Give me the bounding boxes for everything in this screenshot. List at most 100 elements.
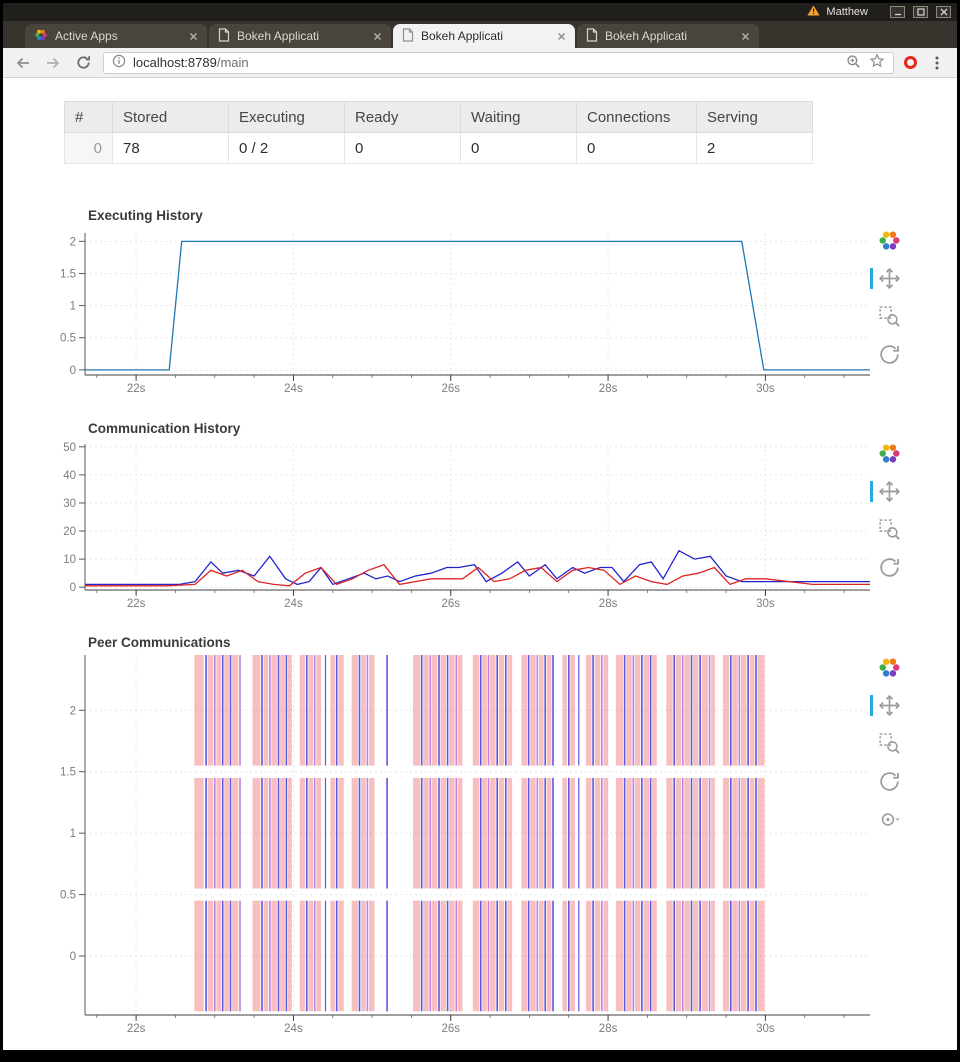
peer-bars-row-1	[194, 778, 764, 889]
tab-active-apps[interactable]: Active Apps	[25, 24, 207, 48]
y-tick-label: 1.5	[60, 767, 76, 779]
table-cell: 0	[577, 133, 697, 164]
bookmark-star-icon[interactable]	[869, 53, 885, 72]
address-bar[interactable]: localhost:8789/main	[103, 52, 894, 74]
maximize-button[interactable]	[913, 6, 928, 18]
y-tick-label: 0	[70, 582, 76, 594]
y-tick-label: 0	[70, 365, 76, 377]
table-header-cell: Serving	[697, 102, 813, 133]
bokeh-logo[interactable]	[877, 228, 902, 253]
y-tick-label: 50	[63, 442, 76, 454]
x-tick-label: 30s	[756, 383, 775, 395]
omnibox-actions	[846, 53, 885, 72]
x-tick-label: 30s	[756, 1023, 775, 1035]
pan-tool-button[interactable]	[877, 479, 902, 504]
tab-bokeh-1[interactable]: Bokeh Applicati	[209, 24, 391, 48]
bokeh-favicon	[34, 28, 48, 45]
tab-close-icon[interactable]	[557, 32, 566, 41]
table-header-cell: Connections	[577, 102, 697, 133]
x-tick-label: 30s	[756, 598, 775, 610]
x-tick-label: 26s	[441, 1023, 460, 1035]
reset-tool-button[interactable]	[877, 555, 902, 580]
table-header-cell: Stored	[113, 102, 229, 133]
site-info-icon[interactable]	[112, 54, 126, 71]
tab-bokeh-3[interactable]: Bokeh Applicati	[577, 24, 759, 48]
table-cell: 0	[65, 133, 113, 164]
bokeh-logo[interactable]	[877, 655, 902, 680]
table-header-row: #StoredExecutingReadyWaitingConnectionsS…	[65, 102, 813, 133]
y-tick-label: 10	[63, 554, 76, 566]
table-header-cell: Waiting	[461, 102, 577, 133]
table-header-cell: Executing	[229, 102, 345, 133]
pan-tool-button[interactable]	[877, 266, 902, 291]
comm-red-line	[85, 565, 870, 586]
table-cell: 2	[697, 133, 813, 164]
bokeh-logo[interactable]	[877, 441, 902, 466]
titlebar: Matthew	[3, 3, 957, 21]
page-content: #StoredExecutingReadyWaitingConnectionsS…	[3, 78, 957, 1050]
close-button[interactable]	[936, 6, 951, 18]
x-tick-label: 28s	[599, 598, 618, 610]
browser-window: Matthew Active Apps Bokeh Applicati	[0, 0, 960, 1062]
tab-bokeh-2-active[interactable]: Bokeh Applicati	[393, 24, 575, 48]
chart-executing-svg[interactable]: 22s24s26s28s30s00.511.52	[60, 225, 878, 410]
y-tick-label: 2	[70, 236, 76, 248]
y-tick-label: 1.5	[60, 268, 76, 280]
pan-tool-button[interactable]	[877, 693, 902, 718]
table-header-cell: Ready	[345, 102, 461, 133]
stats-table: #StoredExecutingReadyWaitingConnectionsS…	[64, 101, 813, 164]
table-cell: 78	[113, 133, 229, 164]
tab-close-icon[interactable]	[741, 32, 750, 41]
back-icon[interactable]	[13, 53, 33, 73]
x-tick-label: 28s	[599, 383, 618, 395]
chart-comm-svg[interactable]: 22s24s26s28s30s01020304050	[60, 438, 878, 618]
tab-close-icon[interactable]	[373, 32, 382, 41]
chart-peer-toolbar	[875, 655, 903, 832]
table-cell: 0 / 2	[229, 133, 345, 164]
x-tick-label: 24s	[284, 1023, 303, 1035]
reset-tool-button[interactable]	[877, 342, 902, 367]
box-zoom-tool-button[interactable]	[877, 517, 902, 542]
box-zoom-tool-button[interactable]	[877, 304, 902, 329]
x-tick-label: 28s	[599, 1023, 618, 1035]
url-text: localhost:8789/main	[133, 55, 249, 70]
page-favicon	[586, 28, 598, 45]
reset-tool-button[interactable]	[877, 769, 902, 794]
comm-chart-title: Communication History	[88, 421, 240, 436]
table-row[interactable]: 0780 / 20002	[65, 133, 813, 164]
peer-bars-row-2	[194, 655, 764, 766]
x-tick-label: 26s	[441, 598, 460, 610]
x-tick-label: 24s	[284, 383, 303, 395]
forward-icon[interactable]	[43, 53, 63, 73]
reload-icon[interactable]	[73, 53, 93, 73]
chart-executing-toolbar	[875, 228, 903, 367]
table-header-cell: #	[65, 102, 113, 133]
tab-close-icon[interactable]	[189, 32, 198, 41]
box-zoom-tool-button[interactable]	[877, 731, 902, 756]
url-path: /main	[217, 55, 249, 70]
y-tick-label: 0.5	[60, 890, 76, 902]
warning-icon	[807, 3, 820, 21]
minimize-button[interactable]	[890, 6, 905, 18]
x-tick-label: 26s	[441, 383, 460, 395]
peer-chart-title: Peer Communications	[88, 635, 231, 650]
x-tick-label: 24s	[284, 598, 303, 610]
browser-toolbar: localhost:8789/main	[3, 48, 957, 78]
y-tick-label: 1	[70, 828, 76, 840]
y-tick-label: 0.5	[60, 333, 76, 345]
menu-kebab-icon[interactable]	[927, 53, 947, 73]
zoom-icon[interactable]	[846, 54, 861, 72]
executing-line	[85, 241, 870, 370]
peer-bars-row-0	[194, 901, 764, 1012]
tab-label: Bokeh Applicati	[237, 29, 366, 43]
page-favicon	[218, 28, 230, 45]
user-menu[interactable]: Matthew	[826, 6, 868, 18]
y-tick-label: 30	[63, 498, 76, 510]
chart-peer-svg[interactable]: 22s24s26s28s30s00.511.52	[60, 650, 878, 1045]
tab-label: Bokeh Applicati	[421, 29, 550, 43]
extension-o-icon[interactable]	[904, 56, 917, 69]
tab-label: Active Apps	[55, 29, 182, 43]
hover-tool-button[interactable]	[877, 807, 902, 832]
y-tick-label: 20	[63, 526, 76, 538]
x-tick-label: 22s	[127, 383, 146, 395]
